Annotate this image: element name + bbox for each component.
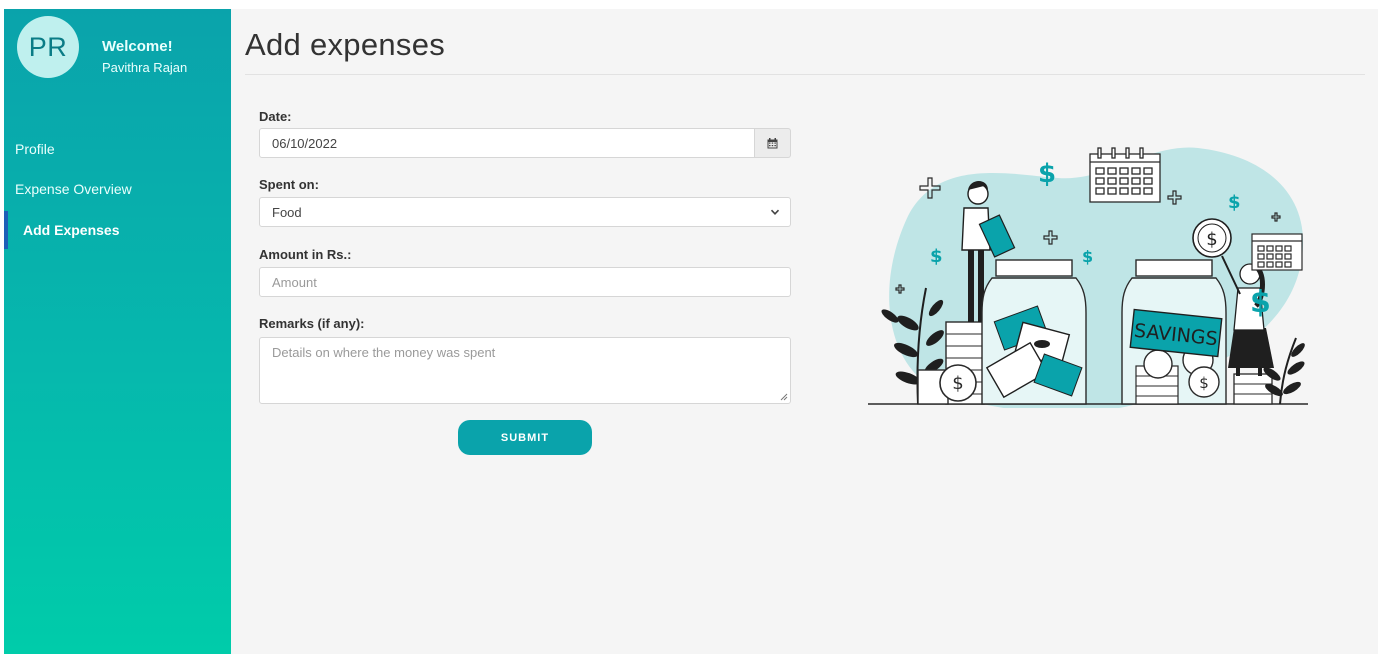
calendar-top-icon bbox=[1089, 147, 1161, 203]
sidebar-item-expense-overview[interactable]: Expense Overview bbox=[4, 175, 231, 203]
svg-text:$: $ bbox=[1199, 374, 1209, 392]
date-input[interactable]: 06/10/2022 bbox=[259, 128, 755, 158]
svg-text:$: $ bbox=[1228, 192, 1241, 213]
resize-handle-icon[interactable] bbox=[780, 393, 788, 401]
calendar-button[interactable] bbox=[755, 128, 791, 158]
remarks-placeholder: Details on where the money was spent bbox=[272, 345, 496, 360]
amount-label: Amount in Rs.: bbox=[259, 247, 352, 262]
svg-text:$: $ bbox=[1038, 159, 1056, 189]
chevron-down-icon bbox=[770, 209, 780, 215]
welcome-text: Welcome! bbox=[102, 38, 173, 55]
remarks-textarea[interactable]: Details on where the money was spent bbox=[259, 337, 791, 404]
svg-text:$: $ bbox=[930, 246, 943, 267]
sidebar-item-add-expenses[interactable]: Add Expenses bbox=[4, 216, 231, 244]
page-title: Add expenses bbox=[245, 27, 446, 62]
sidebar-item-profile[interactable]: Profile bbox=[4, 135, 231, 163]
calendar-right-icon bbox=[1251, 233, 1303, 271]
money-jar-left-icon bbox=[981, 259, 1087, 405]
spent-on-select[interactable]: Food bbox=[259, 197, 791, 227]
svg-text:$: $ bbox=[952, 373, 963, 394]
svg-text:$: $ bbox=[1082, 247, 1093, 266]
svg-text:$: $ bbox=[1250, 285, 1271, 320]
date-label: Date: bbox=[259, 109, 292, 124]
dollar-coin-icon: $ bbox=[1192, 218, 1232, 258]
calendar-icon bbox=[767, 137, 778, 148]
sidebar-item-label: Add Expenses bbox=[23, 222, 120, 238]
remarks-label: Remarks (if any): bbox=[259, 316, 365, 331]
main-content: Add expenses Date: 06/10/2022 Spent on: bbox=[231, 9, 1378, 654]
avatar: PR bbox=[17, 16, 79, 78]
app-window: PR Welcome! Pavithra Rajan Profile Expen… bbox=[0, 0, 1378, 654]
spent-on-label: Spent on: bbox=[259, 177, 319, 192]
spent-on-value: Food bbox=[272, 205, 302, 220]
user-name: Pavithra Rajan bbox=[102, 60, 188, 75]
sidebar-item-label: Expense Overview bbox=[15, 181, 132, 197]
savings-illustration: $ $ SAVINGS $ $ $ $ $ $ bbox=[868, 147, 1308, 408]
sidebar-item-label: Profile bbox=[15, 141, 55, 157]
sidebar: PR Welcome! Pavithra Rajan Profile Expen… bbox=[4, 9, 231, 654]
amount-input[interactable]: Amount bbox=[259, 267, 791, 297]
amount-placeholder: Amount bbox=[272, 275, 317, 290]
savings-jar-icon: $ SAVINGS bbox=[1121, 259, 1227, 405]
svg-text:$: $ bbox=[1206, 229, 1217, 250]
submit-button[interactable]: SUBMIT bbox=[458, 420, 592, 455]
title-divider bbox=[245, 74, 1365, 75]
date-value: 06/10/2022 bbox=[272, 136, 338, 151]
